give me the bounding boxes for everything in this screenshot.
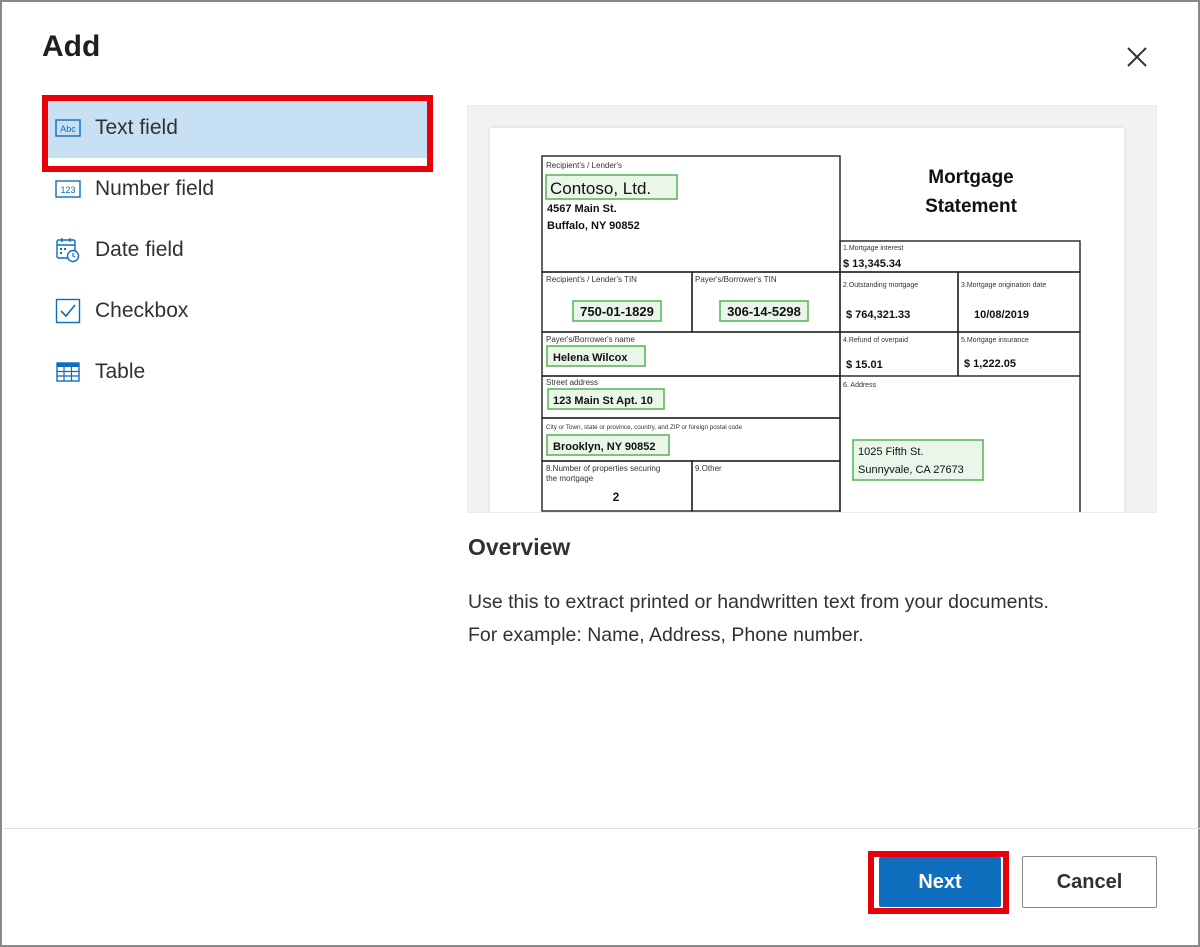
svg-text:750-01-1829: 750-01-1829: [580, 304, 654, 319]
text-field-icon: Abc: [55, 115, 81, 141]
svg-text:Payer's/Borrower's name: Payer's/Borrower's name: [546, 335, 635, 344]
svg-text:$ 764,321.33: $ 764,321.33: [846, 309, 910, 321]
field-item-checkbox[interactable]: Checkbox: [42, 280, 432, 341]
svg-text:9.Other: 9.Other: [695, 464, 722, 473]
overview-line: For example: Name, Address, Phone number…: [468, 624, 864, 646]
svg-text:Statement: Statement: [925, 196, 1018, 217]
field-item-label: Table: [95, 359, 146, 383]
svg-text:Mortgage: Mortgage: [928, 167, 1014, 188]
date-field-icon: [55, 237, 81, 263]
table-icon: [55, 359, 81, 385]
svg-text:Contoso, Ltd.: Contoso, Ltd.: [550, 179, 651, 198]
field-item-label: Checkbox: [95, 298, 189, 322]
svg-text:Buffalo, NY 90852: Buffalo, NY 90852: [547, 220, 640, 232]
next-button[interactable]: Next: [879, 857, 1001, 907]
svg-text:Street address: Street address: [546, 378, 598, 387]
svg-text:1.Mortgage interest: 1.Mortgage interest: [843, 245, 903, 252]
svg-text:Helena Wilcox: Helena Wilcox: [553, 352, 628, 364]
svg-text:10/08/2019: 10/08/2019: [974, 309, 1029, 321]
svg-text:5.Mortgage insurance: 5.Mortgage insurance: [961, 337, 1029, 344]
svg-text:Sunnyvale, CA 27673: Sunnyvale, CA 27673: [858, 464, 964, 476]
svg-text:123: 123: [60, 185, 75, 195]
field-type-list: Abc Text field 123 Number field Date fie…: [42, 97, 432, 402]
svg-text:Payer's/Borrower's TIN: Payer's/Borrower's TIN: [695, 275, 777, 284]
svg-text:123 Main St Apt. 10: 123 Main St Apt. 10: [553, 395, 653, 407]
field-item-label: Number field: [95, 176, 215, 200]
field-item-date[interactable]: Date field: [42, 219, 432, 280]
field-item-label: Text field: [95, 115, 178, 139]
svg-text:3.Mortgage origination date: 3.Mortgage origination date: [961, 282, 1046, 289]
cancel-button[interactable]: Cancel: [1022, 856, 1157, 908]
svg-text:6. Address: 6. Address: [843, 382, 877, 389]
svg-text:Brooklyn, NY 90852: Brooklyn, NY 90852: [553, 441, 656, 453]
svg-text:Recipient's / Lender's TIN: Recipient's / Lender's TIN: [546, 275, 637, 284]
svg-text:1025 Fifth St.: 1025 Fifth St.: [858, 446, 923, 458]
dialog-title: Add: [42, 30, 101, 63]
mortgage-statement-image: Recipient's / Lender's Recipient's / Len…: [541, 155, 1081, 512]
close-icon[interactable]: [1120, 40, 1154, 74]
svg-text:Recipient's / Lender's: Recipient's / Lender's: [546, 161, 622, 170]
overview-line: Use this to extract printed or handwritt…: [468, 591, 1049, 613]
field-item-text[interactable]: Abc Text field: [42, 97, 432, 158]
checkbox-icon: [55, 298, 81, 324]
field-item-label: Date field: [95, 237, 184, 261]
add-field-dialog: Add Abc Text field 123 Number field Date…: [0, 0, 1200, 947]
overview-heading: Overview: [468, 534, 571, 560]
overview-description: Use this to extract printed or handwritt…: [468, 586, 1168, 652]
svg-text:8.Number of properties securin: 8.Number of properties securing: [546, 464, 660, 473]
svg-text:City or Town, state or provinc: City or Town, state or province, country…: [546, 424, 743, 431]
field-item-number[interactable]: 123 Number field: [42, 158, 432, 219]
svg-text:2: 2: [613, 490, 620, 504]
svg-text:Abc: Abc: [60, 124, 76, 134]
field-item-table[interactable]: Table: [42, 341, 432, 402]
preview-panel: Recipient's / Lender's Recipient's / Len…: [467, 105, 1157, 513]
svg-text:4567 Main St.: 4567 Main St.: [547, 203, 617, 215]
svg-text:$ 1,222.05: $ 1,222.05: [964, 358, 1016, 370]
svg-text:$ 15.01: $ 15.01: [846, 359, 883, 371]
svg-text:2.Outstanding mortgage: 2.Outstanding mortgage: [843, 282, 918, 289]
svg-text:306-14-5298: 306-14-5298: [727, 304, 801, 319]
svg-text:the mortgage: the mortgage: [546, 474, 594, 483]
svg-text:4.Refund of overpaid: 4.Refund of overpaid: [843, 337, 908, 344]
svg-text:$ 13,345.34: $ 13,345.34: [843, 258, 902, 270]
footer-divider: [4, 828, 1200, 829]
number-field-icon: 123: [55, 176, 81, 202]
preview-document: Recipient's / Lender's Recipient's / Len…: [490, 128, 1124, 512]
